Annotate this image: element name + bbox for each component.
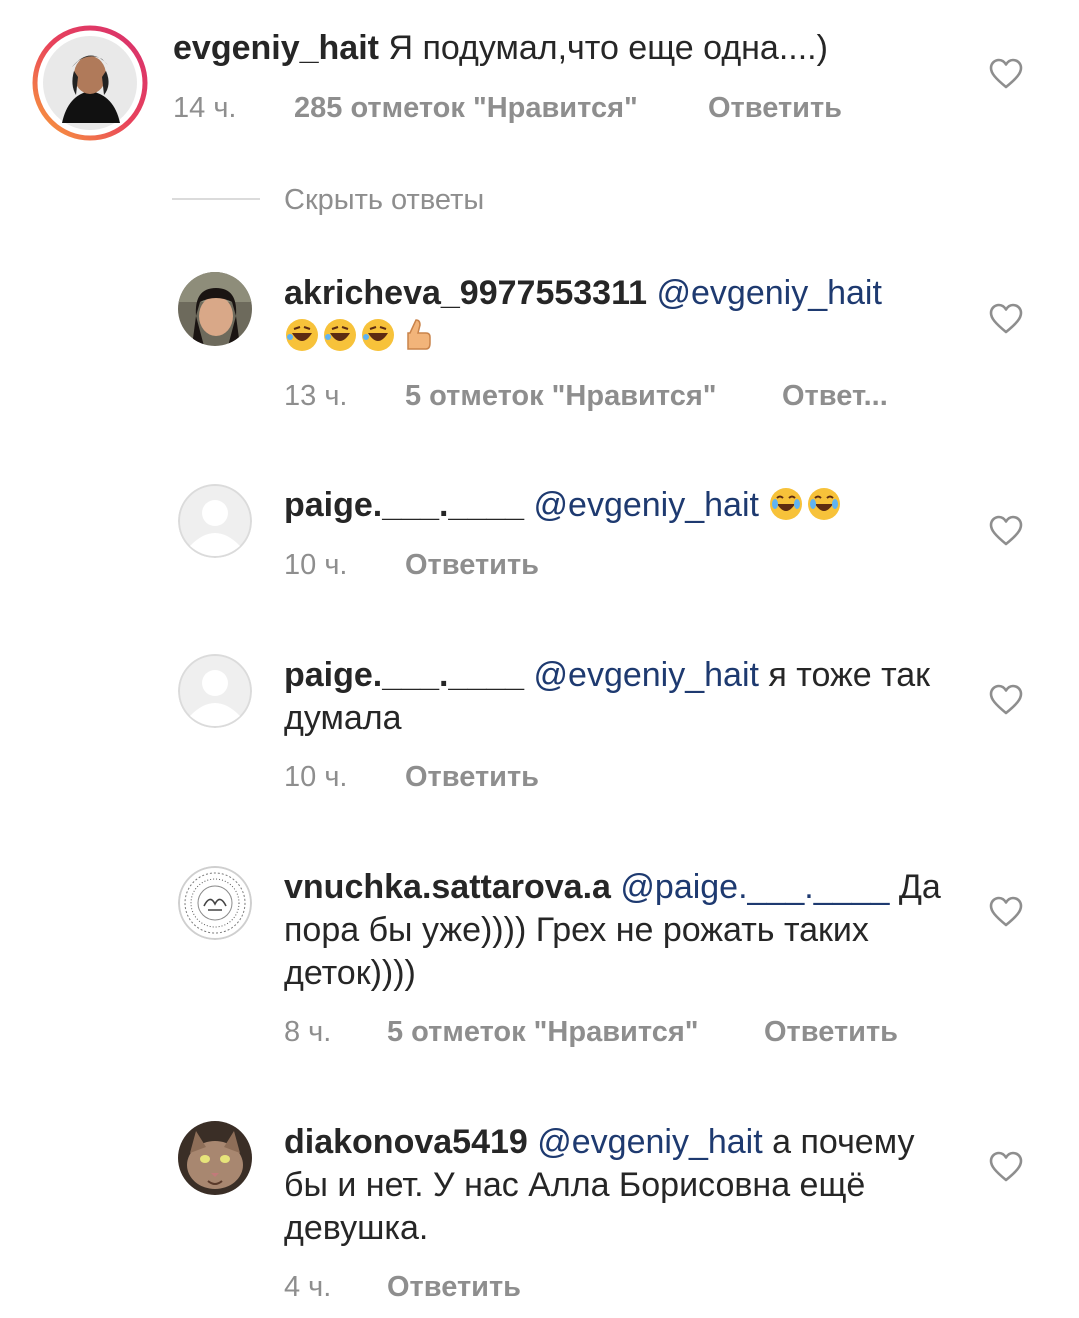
username[interactable]: paige.___.____	[284, 656, 524, 694]
likes-count[interactable]: 5 отметок "Нравится"	[387, 1015, 699, 1049]
username[interactable]: evgeniy_hait	[173, 29, 379, 67]
likes-count[interactable]: 285 отметок "Нравится"	[294, 91, 638, 125]
comment-text: evgeniy_hait Я подумал,что еще одна....)	[173, 27, 973, 70]
heart-icon[interactable]	[989, 684, 1023, 716]
comment-meta: 4 ч. Ответить	[284, 1270, 684, 1304]
timestamp: 4 ч.	[284, 1271, 332, 1303]
mention-link[interactable]: @evgeniy_hait	[534, 656, 759, 694]
default-avatar[interactable]	[178, 654, 252, 728]
comment-text: akricheva_9977553311 @evgeniy_hait 🤣🤣🤣👍	[284, 272, 964, 358]
comment-meta: 10 ч. Ответить	[284, 760, 684, 794]
comment-meta: 10 ч. Ответить	[284, 548, 684, 582]
reply-button[interactable]: Ответить	[764, 1015, 898, 1049]
default-avatar[interactable]	[178, 484, 252, 558]
avatar[interactable]	[32, 25, 148, 141]
tears-of-joy-emoji-icon	[808, 488, 841, 520]
comment-text: paige.___.____ @evgeniy_hait 😂😂	[284, 484, 964, 527]
comment-body: Я подумал,что еще одна....)	[388, 29, 828, 67]
timestamp: 10 ч.	[284, 549, 348, 581]
comment-text: paige.___.____ @evgeniy_hait я тоже так …	[284, 654, 964, 740]
username[interactable]: paige.___.____	[284, 486, 524, 524]
reply-button[interactable]: Ответить	[708, 91, 842, 125]
reply-button[interactable]: Ответ...	[782, 379, 888, 413]
heart-icon[interactable]	[989, 896, 1023, 928]
username[interactable]: vnuchka.sattarova.a	[284, 868, 611, 906]
emoji-row	[284, 317, 436, 355]
comment-text: vnuchka.sattarova.a @paige.___.____ Да п…	[284, 866, 964, 995]
divider	[172, 198, 260, 200]
heart-icon[interactable]	[989, 303, 1023, 335]
comment-meta: 13 ч. 5 отметок "Нравится" Ответ...	[284, 379, 924, 413]
rofl-emoji-icon	[286, 319, 318, 351]
comment-meta: 14 ч. 285 отметок "Нравится" Ответить	[173, 91, 893, 125]
mention-link[interactable]: @evgeniy_hait	[656, 274, 881, 312]
rofl-emoji-icon	[324, 319, 356, 351]
avatar[interactable]	[178, 1121, 252, 1195]
mention-link[interactable]: @paige.___.____	[620, 868, 889, 906]
heart-icon[interactable]	[989, 515, 1023, 547]
tears-of-joy-emoji-icon	[770, 488, 803, 520]
reply-button[interactable]: Ответить	[387, 1270, 521, 1304]
heart-icon[interactable]	[989, 58, 1023, 90]
timestamp: 14 ч.	[173, 92, 237, 124]
hide-replies-button[interactable]: Скрыть ответы	[284, 183, 484, 217]
likes-count[interactable]: 5 отметок "Нравится"	[405, 379, 717, 413]
comment-meta: 8 ч. 5 отметок "Нравится" Ответить	[284, 1015, 944, 1049]
mention-link[interactable]: @evgeniy_hait	[534, 486, 759, 524]
avatar[interactable]	[178, 272, 252, 346]
timestamp: 10 ч.	[284, 761, 348, 793]
reply-button[interactable]: Ответить	[405, 548, 539, 582]
avatar[interactable]	[178, 866, 252, 940]
rofl-emoji-icon	[362, 319, 394, 351]
username[interactable]: akricheva_9977553311	[284, 274, 647, 312]
reply-button[interactable]: Ответить	[405, 760, 539, 794]
timestamp: 8 ч.	[284, 1016, 332, 1048]
comment-text: diakonova5419 @evgeniy_hait а почему бы …	[284, 1121, 964, 1250]
mention-link[interactable]: @evgeniy_hait	[537, 1123, 762, 1161]
username[interactable]: diakonova5419	[284, 1123, 528, 1161]
timestamp: 13 ч.	[284, 380, 348, 412]
thumbs-up-emoji-icon	[407, 319, 431, 350]
heart-icon[interactable]	[989, 1151, 1023, 1183]
